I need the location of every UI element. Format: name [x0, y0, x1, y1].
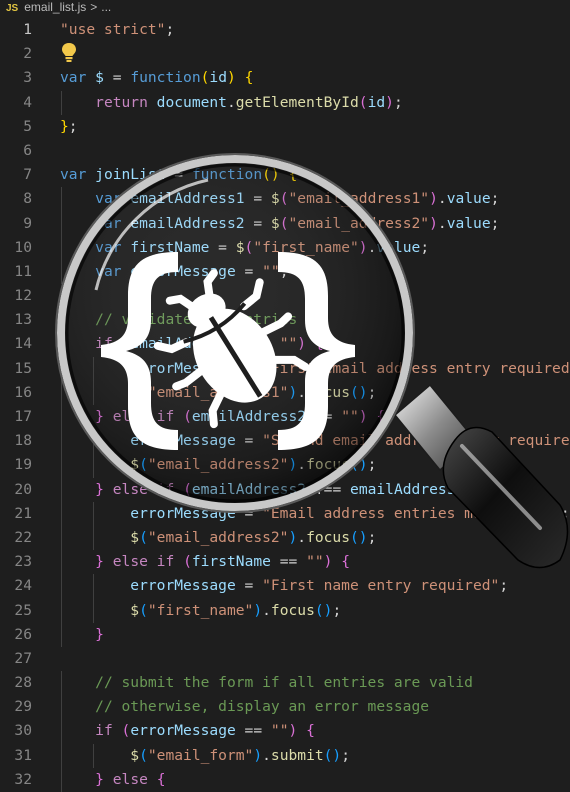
magnifying-glass-icon [55, 153, 569, 569]
magnifier-handle [393, 383, 569, 569]
